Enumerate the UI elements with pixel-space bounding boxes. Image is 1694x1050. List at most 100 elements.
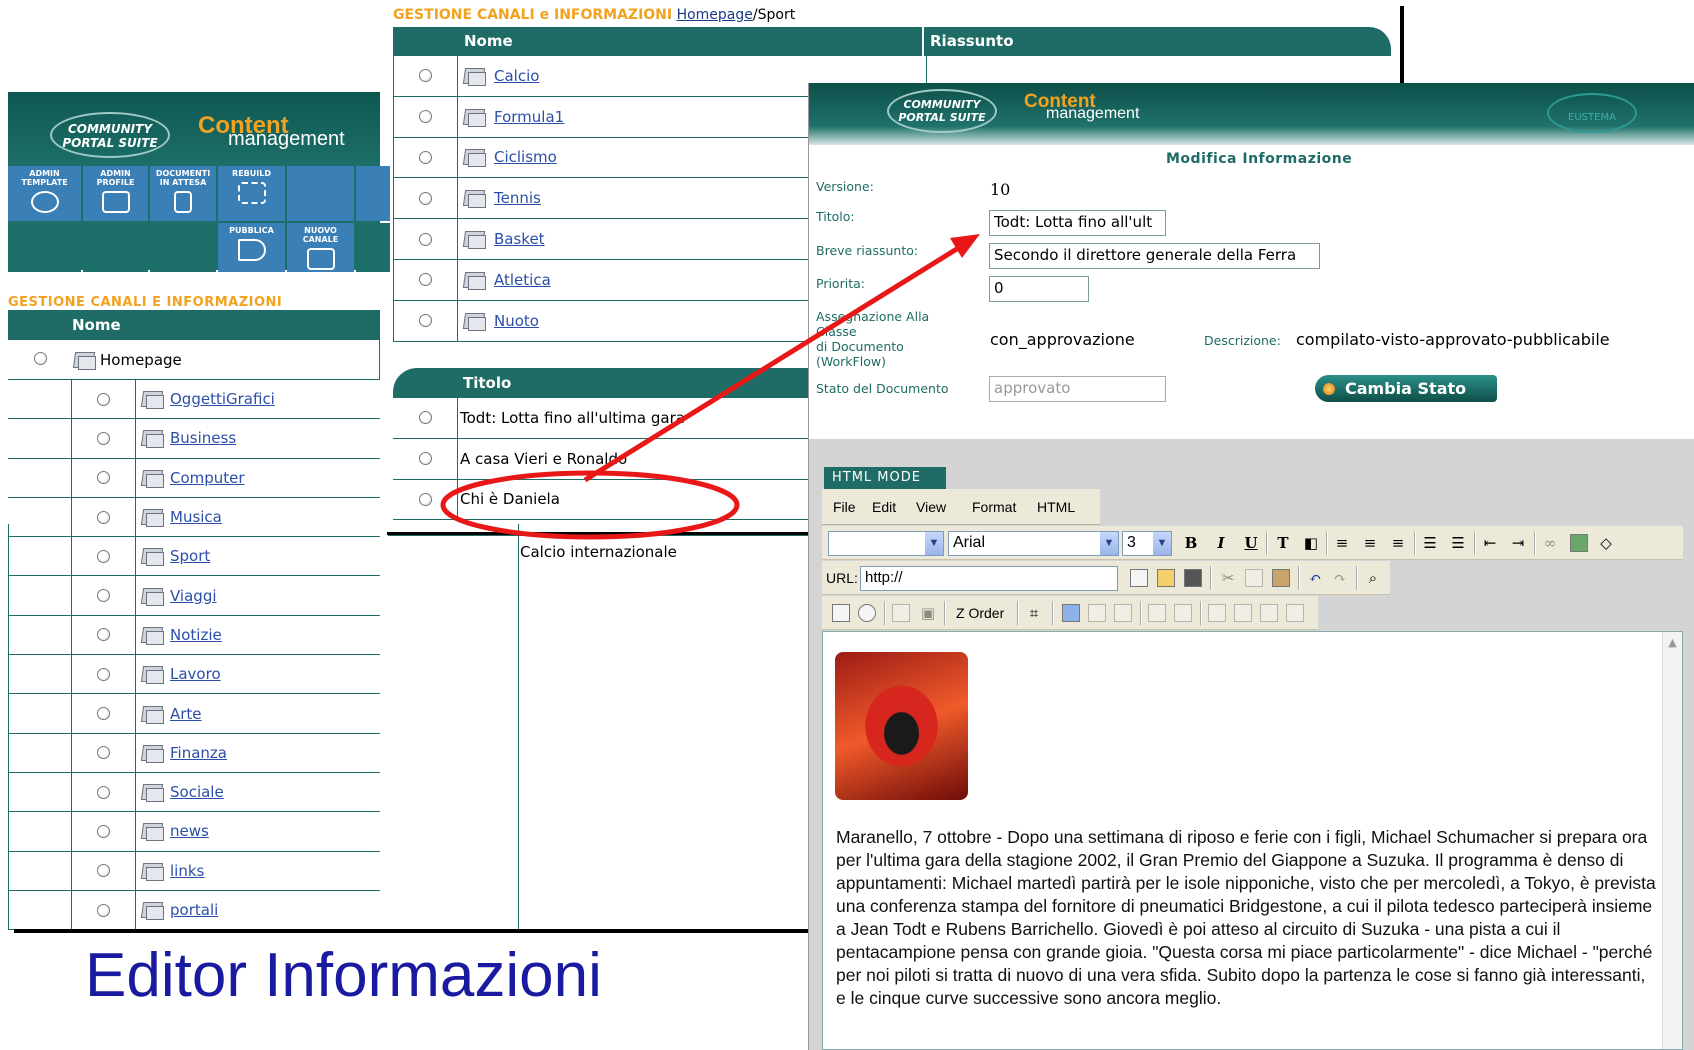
- menu-edit[interactable]: Edit: [872, 499, 896, 515]
- admin-profile-button[interactable]: ADMIN PROFILE: [83, 166, 148, 221]
- channel-link[interactable]: Computer: [170, 469, 245, 487]
- select-radio[interactable]: [418, 411, 432, 425]
- pubblica-button[interactable]: PUBBLICA: [218, 223, 285, 272]
- cell-props-icon[interactable]: [1260, 604, 1278, 622]
- select-radio[interactable]: [419, 191, 432, 205]
- row-spacer: [8, 419, 72, 458]
- tab-html-mode[interactable]: HTML MODE: [824, 467, 946, 489]
- form-title: Modifica Informazione: [1166, 151, 1353, 167]
- priorita-input[interactable]: 0: [989, 276, 1089, 302]
- undo-icon[interactable]: ↶: [1305, 568, 1325, 588]
- radio-cell: [393, 398, 458, 438]
- delete-row-icon[interactable]: [1148, 604, 1166, 622]
- delete-column-icon[interactable]: [1174, 604, 1192, 622]
- status-dot-icon: [1323, 383, 1335, 395]
- form-icon[interactable]: [858, 604, 876, 622]
- select-radio[interactable]: [97, 392, 110, 406]
- select-radio[interactable]: [419, 69, 432, 83]
- snap-grid-icon[interactable]: ⌗: [1024, 603, 1044, 623]
- menu-html[interactable]: HTML: [1037, 499, 1075, 515]
- menu-file[interactable]: File: [833, 499, 856, 515]
- layer-icon[interactable]: [892, 604, 910, 622]
- toolbar-empty-cell: [287, 166, 354, 221]
- insert-row-icon[interactable]: [1088, 604, 1106, 622]
- folder-icon: [462, 147, 486, 168]
- select-radio[interactable]: [97, 431, 110, 445]
- select-radio[interactable]: [419, 232, 432, 246]
- size-select[interactable]: 3 ▼: [1122, 531, 1172, 556]
- vertical-scrollbar[interactable]: ▲: [1662, 632, 1682, 1049]
- riassunto-input[interactable]: Secondo il direttore generale della Ferr…: [989, 243, 1320, 269]
- link-icon[interactable]: ∞: [1540, 533, 1560, 553]
- titolo-input[interactable]: Todt: Lotta fino all'ult: [989, 210, 1166, 236]
- wysiwyg-content-area[interactable]: Maranello, 7 ottobre - Dopo una settiman…: [822, 631, 1683, 1050]
- select-radio[interactable]: [419, 150, 432, 164]
- cut-icon[interactable]: ✂: [1218, 568, 1238, 588]
- z-order-button[interactable]: Z Order: [956, 605, 1004, 621]
- find-binoculars-icon[interactable]: ⌕: [1363, 568, 1383, 588]
- breadcrumb-homepage-link[interactable]: Homepage: [677, 7, 753, 23]
- align-center-icon[interactable]: ≡: [1360, 533, 1380, 553]
- insert-table-icon[interactable]: [1062, 604, 1080, 622]
- chevron-down-icon: ▼: [925, 532, 943, 555]
- bullet-list-icon[interactable]: ☰: [1448, 533, 1468, 553]
- italic-icon[interactable]: I: [1211, 533, 1231, 553]
- bold-icon[interactable]: B: [1181, 533, 1201, 553]
- select-radio[interactable]: [418, 452, 432, 466]
- article-body: Maranello, 7 ottobre - Dopo una settiman…: [836, 827, 1656, 1008]
- assegnazione-label: Assegnazione Alla Classe di Documento (W…: [816, 309, 930, 369]
- highlight-icon[interactable]: ◧: [1301, 533, 1321, 553]
- select-radio[interactable]: [418, 492, 432, 506]
- align-right-icon[interactable]: ≡: [1388, 533, 1408, 553]
- save-icon[interactable]: [1184, 569, 1202, 587]
- menu-view[interactable]: View: [916, 499, 946, 515]
- select-radio[interactable]: [419, 314, 432, 328]
- titolo-label: Titolo:: [816, 209, 855, 224]
- article-title[interactable]: Chi è Daniela: [460, 490, 560, 508]
- admin-template-button[interactable]: ADMIN TEMPLATE: [8, 166, 81, 221]
- channel-link[interactable]: Business: [170, 429, 236, 447]
- numbered-list-icon[interactable]: ☰: [1420, 533, 1440, 553]
- new-document-icon[interactable]: [1130, 569, 1148, 587]
- redo-icon[interactable]: ↷: [1330, 568, 1350, 588]
- indent-icon[interactable]: ⇥: [1508, 533, 1528, 553]
- code-icon[interactable]: ◇: [1596, 533, 1616, 553]
- cambia-stato-button[interactable]: Cambia Stato: [1315, 375, 1497, 402]
- split-cells-icon[interactable]: [1234, 604, 1252, 622]
- select-radio[interactable]: [97, 510, 110, 524]
- url-input[interactable]: http://: [860, 566, 1118, 591]
- article-title[interactable]: A casa Vieri e Ronaldo: [460, 450, 627, 468]
- select-radio[interactable]: [419, 110, 432, 124]
- align-left-icon[interactable]: ≡: [1332, 533, 1352, 553]
- underline-icon[interactable]: U: [1241, 533, 1261, 553]
- scroll-up-icon[interactable]: ▲: [1663, 636, 1682, 649]
- paste-icon[interactable]: [1272, 569, 1290, 587]
- menu-format[interactable]: Format: [972, 499, 1016, 515]
- select-radio[interactable]: [33, 351, 47, 365]
- merge-cells-icon[interactable]: [1208, 604, 1226, 622]
- documenti-in-attesa-button[interactable]: DOCUMENTI IN ATTESA: [150, 166, 216, 221]
- nuovo-canale-button[interactable]: NUOVO CANALE: [287, 223, 354, 272]
- style-select[interactable]: ▼: [828, 531, 944, 556]
- admin-toolbar: ADMIN TEMPLATE ADMIN PROFILE DOCUMENTI I…: [8, 166, 390, 272]
- divider-line: [1400, 6, 1404, 84]
- menu-bar: File Edit View Format HTML: [822, 489, 1683, 525]
- image-icon[interactable]: [1570, 534, 1588, 552]
- outdent-icon[interactable]: ⇤: [1480, 533, 1500, 553]
- select-radio[interactable]: [419, 273, 432, 287]
- open-folder-icon[interactable]: [1157, 569, 1175, 587]
- rebuild-button[interactable]: REBUILD: [218, 166, 285, 221]
- slide-title: Editor Informazioni: [85, 941, 602, 1010]
- table-props-icon[interactable]: [1286, 604, 1304, 622]
- absolute-position-icon[interactable]: [832, 604, 850, 622]
- channel-link[interactable]: OggettiGrafici: [170, 390, 275, 408]
- select-radio[interactable]: [97, 471, 110, 485]
- lock-icon[interactable]: ▣: [918, 603, 938, 623]
- versione-value: 10: [990, 180, 1011, 199]
- insert-column-icon[interactable]: [1114, 604, 1132, 622]
- copy-icon[interactable]: [1245, 569, 1263, 587]
- text-color-icon[interactable]: T: [1273, 533, 1293, 553]
- article-title[interactable]: Todt: Lotta fino all'ultima gara: [460, 409, 685, 427]
- font-select[interactable]: Arial ▼: [948, 531, 1119, 556]
- folder-icon: [462, 66, 486, 86]
